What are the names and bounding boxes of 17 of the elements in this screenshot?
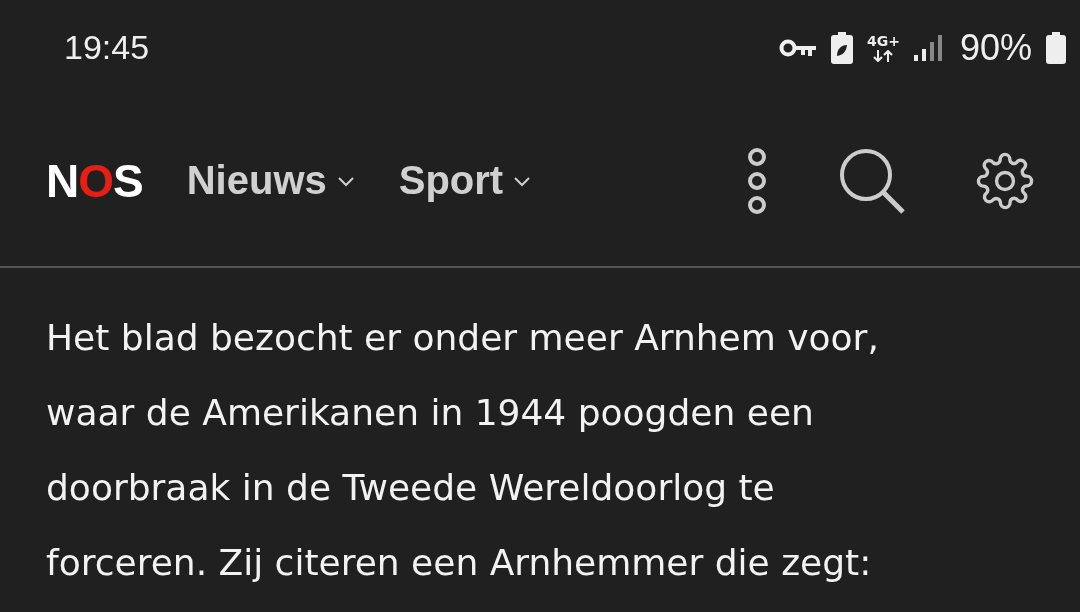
battery-percentage: 90%	[959, 26, 1032, 69]
network-label: 4G+	[866, 33, 900, 48]
logo[interactable]: NOS	[46, 153, 143, 208]
key-icon	[778, 37, 817, 58]
nav-menu[interactable]: Sport	[398, 158, 532, 203]
battery-icon	[1046, 31, 1066, 64]
more-button[interactable]	[746, 146, 768, 215]
article-paragraph: Het blad bezocht er onder meer Arnhem voor, waar de Amerikanen in 1944 poogden een doorbraak in de Tweede Wereldoorlog te forceren. Zij citeren een Arnhemmer die zegt:	[45, 316, 880, 585]
search-button[interactable]	[838, 146, 906, 215]
settings-button[interactable]	[976, 151, 1034, 210]
data-arrows-icon	[873, 49, 894, 62]
chevron-down-icon	[336, 174, 355, 187]
chevron-down-icon	[513, 174, 532, 187]
signal-icon	[913, 33, 942, 62]
battery-saver-icon	[830, 31, 853, 64]
nav-menu[interactable]: Nieuws	[186, 158, 355, 203]
status-time: 19:45	[64, 28, 150, 67]
